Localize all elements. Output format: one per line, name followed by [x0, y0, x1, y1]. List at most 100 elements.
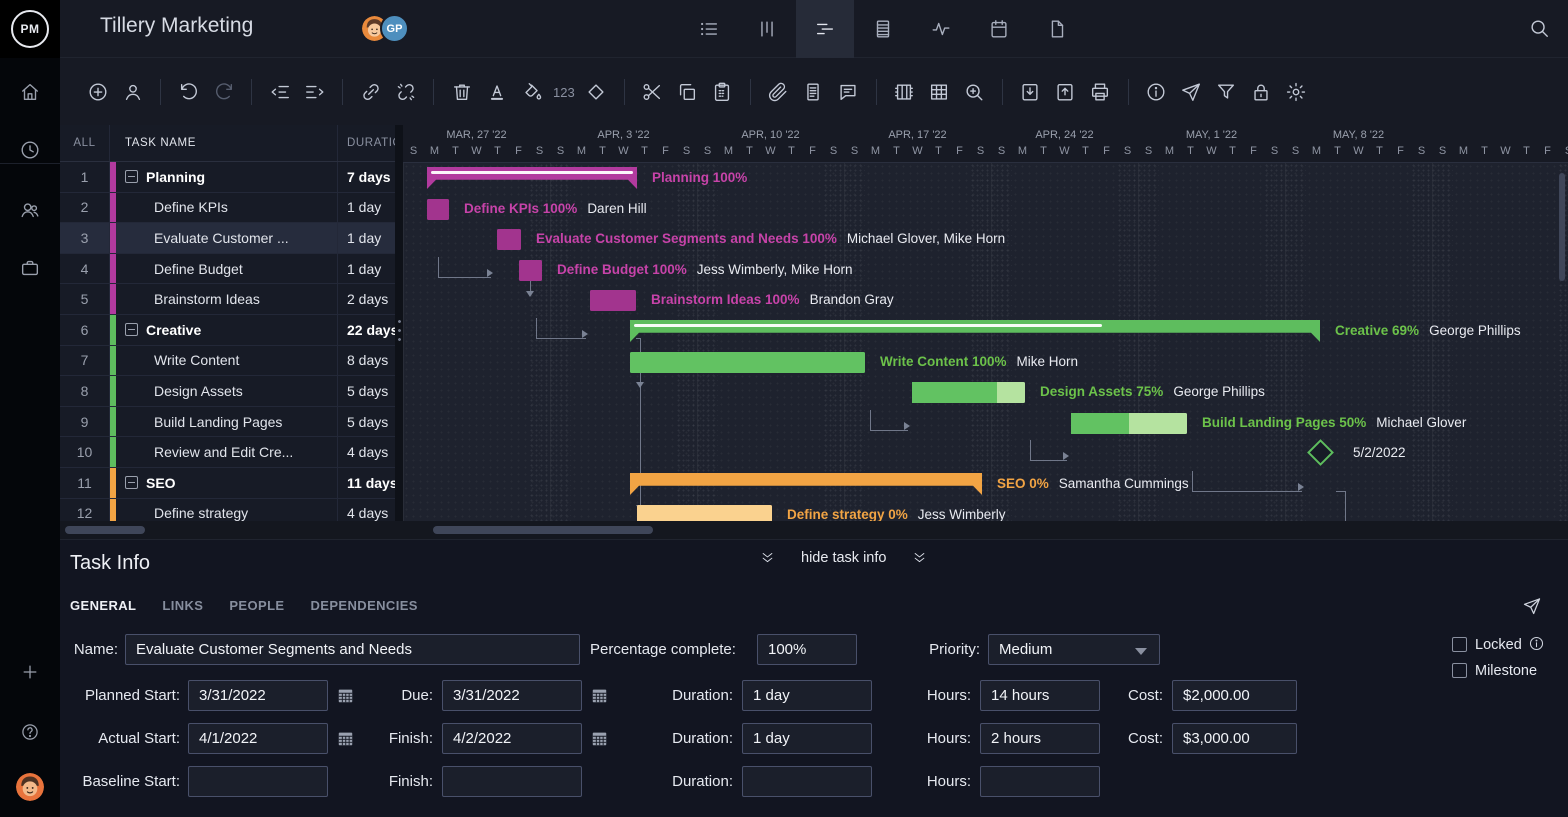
- tab-links[interactable]: LINKS: [162, 598, 203, 613]
- hours-input[interactable]: 14 hours: [980, 680, 1100, 711]
- task-bar-build-landing-pages[interactable]: [1071, 413, 1187, 434]
- document-view-icon[interactable]: [1028, 0, 1086, 58]
- hide-task-info-button[interactable]: hide task info: [760, 550, 927, 566]
- task-name-input[interactable]: Evaluate Customer Segments and Needs: [125, 634, 580, 665]
- notes-icon[interactable]: [796, 75, 831, 110]
- duration-cell[interactable]: 4 days: [337, 437, 395, 467]
- task-bar-define-strategy[interactable]: [637, 505, 772, 521]
- duration-input[interactable]: 1 day: [742, 680, 872, 711]
- attachment-icon[interactable]: [761, 75, 796, 110]
- table-row-8[interactable]: 8Design Assets5 days: [60, 376, 395, 407]
- tab-general[interactable]: GENERAL: [70, 598, 136, 613]
- table-row-7[interactable]: 7Write Content8 days: [60, 346, 395, 377]
- table-row-3[interactable]: 3Evaluate Customer ...1 day: [60, 223, 395, 254]
- calendar-picker-icon[interactable]: [336, 686, 355, 705]
- duration-cell[interactable]: 1 day: [337, 223, 395, 253]
- calendar-view-icon[interactable]: [970, 0, 1028, 58]
- task-bar-write-content[interactable]: [630, 352, 865, 373]
- locked-info-icon[interactable]: [1528, 635, 1545, 652]
- font-color-icon[interactable]: [479, 75, 514, 110]
- sidebar-team-icon[interactable]: [0, 188, 60, 232]
- task-bar-define-kpis[interactable]: [427, 199, 449, 220]
- column-header-duration[interactable]: DURATION: [337, 125, 395, 161]
- table-row-10[interactable]: 10Review and Edit Cre...4 days: [60, 437, 395, 468]
- undo-icon[interactable]: [171, 75, 206, 110]
- duration-cell[interactable]: 4 days: [337, 499, 395, 521]
- assign-user-icon[interactable]: [115, 75, 150, 110]
- duration-cell[interactable]: 8 days: [337, 346, 395, 376]
- task-name-cell[interactable]: Evaluate Customer ...: [116, 223, 337, 253]
- task-name-cell[interactable]: Creative: [116, 315, 337, 345]
- calendar-picker-icon[interactable]: [590, 729, 609, 748]
- table-row-1[interactable]: 1Planning7 days: [60, 162, 395, 193]
- settings-icon[interactable]: [1279, 75, 1314, 110]
- delete-icon[interactable]: [444, 75, 479, 110]
- task-bar-define-budget[interactable]: [519, 260, 542, 281]
- import-icon[interactable]: [1013, 75, 1048, 110]
- column-header-all[interactable]: ALL: [60, 125, 110, 161]
- member-avatar-initials[interactable]: GP: [380, 14, 409, 43]
- table-row-9[interactable]: 9Build Landing Pages5 days: [60, 407, 395, 438]
- table-gantt-splitter[interactable]: [395, 125, 403, 521]
- collapse-icon[interactable]: [125, 170, 138, 183]
- table-row-2[interactable]: 2Define KPIs1 day: [60, 193, 395, 224]
- export-icon[interactable]: [1048, 75, 1083, 110]
- milestone-diamond[interactable]: [1307, 439, 1334, 466]
- hours-input[interactable]: [980, 766, 1100, 797]
- duration-cell[interactable]: 22 days: [337, 315, 395, 345]
- task-bar-brainstorm-ideas[interactable]: [590, 290, 636, 311]
- summary-bar-seo[interactable]: [630, 473, 982, 495]
- collapse-icon[interactable]: [125, 323, 138, 336]
- tab-dependencies[interactable]: DEPENDENCIES: [311, 598, 418, 613]
- redo-icon[interactable]: [206, 75, 241, 110]
- end-date-input[interactable]: 4/2/2022: [442, 723, 582, 754]
- start-date-input[interactable]: [188, 766, 328, 797]
- outdent-icon[interactable]: [262, 75, 297, 110]
- end-date-input[interactable]: 3/31/2022: [442, 680, 582, 711]
- gantt-hscrollbar-thumb[interactable]: [433, 526, 653, 534]
- locked-checkbox[interactable]: [1452, 637, 1467, 652]
- table-row-4[interactable]: 4Define Budget1 day: [60, 254, 395, 285]
- activity-view-icon[interactable]: [912, 0, 970, 58]
- task-bar-design-assets[interactable]: [912, 382, 1025, 403]
- calendar-picker-icon[interactable]: [590, 686, 609, 705]
- sheet-view-icon[interactable]: [854, 0, 912, 58]
- duration-cell[interactable]: 7 days: [337, 162, 395, 192]
- print-icon[interactable]: [1083, 75, 1118, 110]
- cut-icon[interactable]: [635, 75, 670, 110]
- sidebar-portfolio-icon[interactable]: [0, 246, 60, 290]
- copy-icon[interactable]: [670, 75, 705, 110]
- collapse-icon[interactable]: [125, 476, 138, 489]
- task-name-cell[interactable]: Define Budget: [116, 254, 337, 284]
- search-icon[interactable]: [1528, 17, 1550, 39]
- gantt-view-icon[interactable]: [796, 0, 854, 58]
- lock-icon[interactable]: [1244, 75, 1279, 110]
- end-date-input[interactable]: [442, 766, 582, 797]
- task-name-cell[interactable]: Design Assets: [116, 376, 337, 406]
- duration-cell[interactable]: 1 day: [337, 193, 395, 223]
- table-row-11[interactable]: 11SEO11 days: [60, 468, 395, 499]
- filter-icon[interactable]: [1209, 75, 1244, 110]
- list-view-icon[interactable]: [680, 0, 738, 58]
- zoom-in-icon[interactable]: [957, 75, 992, 110]
- milestone-checkbox[interactable]: [1452, 663, 1467, 678]
- board-view-icon[interactable]: [738, 0, 796, 58]
- task-name-cell[interactable]: Define strategy: [116, 499, 337, 521]
- sidebar-clock-icon[interactable]: [0, 128, 60, 172]
- table-row-12[interactable]: 12Define strategy4 days: [60, 499, 395, 521]
- share-icon[interactable]: [1174, 75, 1209, 110]
- task-name-cell[interactable]: SEO: [116, 468, 337, 498]
- link-tasks-icon[interactable]: [353, 75, 388, 110]
- duration-cell[interactable]: 5 days: [337, 376, 395, 406]
- task-name-cell[interactable]: Brainstorm Ideas: [116, 284, 337, 314]
- start-date-input[interactable]: 4/1/2022: [188, 723, 328, 754]
- fill-color-icon[interactable]: [514, 75, 549, 110]
- gantt-vertical-scrollbar-thumb[interactable]: [1559, 173, 1565, 281]
- duration-input[interactable]: [742, 766, 872, 797]
- cost-input[interactable]: $3,000.00: [1172, 723, 1297, 754]
- start-date-input[interactable]: 3/31/2022: [188, 680, 328, 711]
- app-logo[interactable]: PM: [0, 0, 60, 58]
- priority-select[interactable]: Medium: [988, 634, 1160, 665]
- table-row-5[interactable]: 5Brainstorm Ideas2 days: [60, 284, 395, 315]
- duration-input[interactable]: 1 day: [742, 723, 872, 754]
